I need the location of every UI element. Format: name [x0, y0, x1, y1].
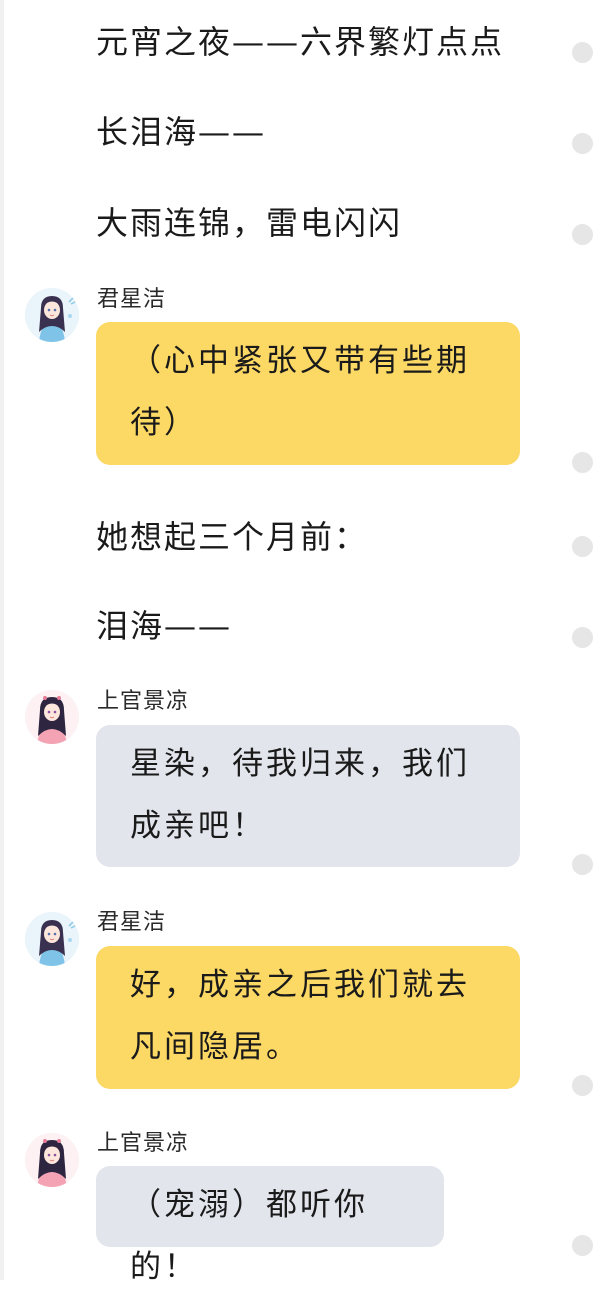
narration-line: 大雨连锦，雷电闪闪: [96, 204, 403, 242]
message-bubble[interactable]: 好，成亲之后我们就去凡间隐居。: [96, 946, 520, 1089]
message-text: 好，成亲之后我们就去凡间隐居。: [130, 967, 470, 1065]
speaker-name: 上官景凉: [97, 1131, 190, 1156]
girl-blue-robe-avatar-icon: [25, 912, 79, 966]
message-text: （心中紧张又带有些期待）: [130, 343, 470, 441]
message-bubble[interactable]: （心中紧张又带有些期待）: [96, 322, 520, 465]
narration-line: 长泪海——: [96, 113, 267, 151]
message-bubble[interactable]: 星染，待我归来，我们成亲吧！: [96, 725, 520, 867]
read-status-dot: [572, 1235, 593, 1256]
left-edge-divider: [0, 0, 4, 1280]
narration-line: 泪海——: [96, 607, 233, 645]
read-status-dot: [572, 854, 593, 875]
shangguan-avatar[interactable]: [25, 690, 79, 744]
junxingjie-avatar[interactable]: [25, 288, 79, 342]
read-status-dot: [572, 1075, 593, 1096]
speaker-name: 君星洁: [97, 910, 167, 935]
narration-line: 她想起三个月前：: [96, 518, 369, 556]
read-status-dot: [572, 224, 593, 245]
junxingjie-avatar[interactable]: [25, 912, 79, 966]
read-status-dot: [572, 627, 593, 648]
read-status-dot: [572, 536, 593, 557]
girl-pink-robe-avatar-icon: [25, 1133, 79, 1187]
narration-line: 元宵之夜——六界繁灯点点: [96, 23, 505, 61]
shangguan-avatar[interactable]: [25, 1133, 79, 1187]
read-status-dot: [572, 452, 593, 473]
read-status-dot: [572, 133, 593, 154]
speaker-name: 君星洁: [97, 287, 167, 312]
message-bubble[interactable]: （宠溺）都听你的！: [96, 1166, 444, 1285]
girl-blue-robe-avatar-icon: [25, 288, 79, 342]
read-status-dot: [572, 42, 593, 63]
speaker-name: 上官景凉: [97, 689, 190, 714]
girl-pink-robe-avatar-icon: [25, 690, 79, 744]
message-text: （宠溺）都听你的！: [130, 1187, 368, 1285]
message-text: 星染，待我归来，我们成亲吧！: [130, 746, 470, 844]
